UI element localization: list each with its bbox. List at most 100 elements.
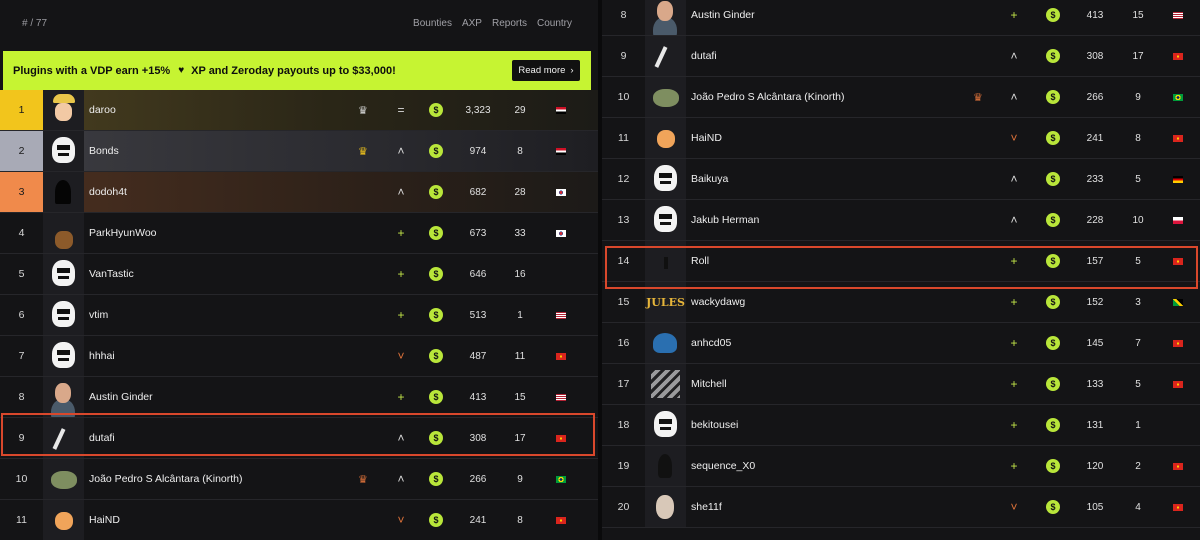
country-flag-vietnam [1173, 462, 1183, 470]
table-row[interactable]: 10 João Pedro S Alcântara (Kinorth) ♛ ˄ $266… [602, 77, 1200, 118]
username-link[interactable]: ParkHyunWoo [89, 227, 157, 239]
username-link[interactable]: sequence_X0 [691, 460, 755, 472]
username-link[interactable]: João Pedro S Alcântara (Kinorth) [691, 91, 845, 103]
username-link[interactable]: HaiND [691, 132, 722, 144]
table-row[interactable]: 6 vtim + $513 1 [0, 295, 598, 336]
avatar[interactable] [645, 405, 686, 445]
username-link[interactable]: wackydawg [691, 296, 745, 308]
username-link[interactable]: dutafi [89, 432, 115, 444]
table-row[interactable]: 15 JULES wackydawg + $152 3 [602, 282, 1200, 323]
country-flag-brazil [556, 475, 566, 483]
avatar[interactable] [43, 172, 84, 212]
avatar[interactable] [645, 118, 686, 158]
table-row[interactable]: 11 HaiND ˅ $241 8 [602, 118, 1200, 159]
chevron-up-icon: ˄ [1010, 213, 1018, 227]
avatar[interactable] [43, 418, 84, 458]
username-link[interactable]: Jakub Herman [691, 214, 759, 226]
table-row[interactable]: 5 VanTastic + $646 16 [0, 254, 598, 295]
table-row[interactable]: 10 João Pedro S Alcântara (Kinorth) ♛ ˄ $266… [0, 459, 598, 500]
dollar-coin-icon: $ [429, 226, 443, 240]
axp-value: 266 [469, 473, 487, 485]
table-row[interactable]: 9 dutafi ˄ $308 17 [602, 36, 1200, 77]
table-row[interactable]: 17 Mitchell + $133 5 [602, 364, 1200, 405]
avatar[interactable] [645, 323, 686, 363]
column-country[interactable]: Country [537, 18, 572, 29]
country-flag-vietnam [1173, 257, 1183, 265]
username-link[interactable]: Mitchell [691, 378, 727, 390]
avatar[interactable] [645, 77, 686, 117]
dollar-coin-icon: $ [1046, 131, 1060, 145]
table-row[interactable]: 4 ParkHyunWoo + $673 33 [0, 213, 598, 254]
table-row[interactable]: 1 daroo ♛ = $3,323 29 [0, 90, 598, 131]
table-row[interactable]: 14 Roll + $157 5 [602, 241, 1200, 282]
avatar[interactable] [645, 364, 686, 404]
table-row[interactable]: 19 sequence_X0 + $120 2 [602, 446, 1200, 487]
avatar[interactable] [645, 446, 686, 486]
avatar[interactable] [43, 90, 84, 130]
rank-number: 3 [0, 172, 43, 212]
username-link[interactable]: Bonds [89, 145, 119, 157]
username-link[interactable]: VanTastic [89, 268, 134, 280]
read-more-button[interactable]: Read more › [512, 60, 580, 81]
username-link[interactable]: Austin Ginder [691, 9, 755, 21]
column-reports[interactable]: Reports [492, 18, 527, 29]
username-link[interactable]: bekitousei [691, 419, 738, 431]
avatar[interactable] [645, 487, 686, 527]
table-row[interactable]: 12 Baikuya ˄ $233 5 [602, 159, 1200, 200]
avatar[interactable]: JULES [645, 282, 686, 322]
avatar[interactable] [645, 200, 686, 240]
avatar[interactable] [43, 336, 84, 376]
rank-number: 8 [620, 9, 627, 21]
avatar[interactable] [43, 254, 84, 294]
table-row[interactable]: 20 she11f ˅ $105 4 [602, 487, 1200, 528]
rank-number: 10 [15, 473, 28, 485]
username-link[interactable]: Austin Ginder [89, 391, 153, 403]
username-link[interactable]: dutafi [691, 50, 717, 62]
avatar[interactable] [43, 213, 84, 253]
avatar[interactable] [645, 36, 686, 76]
avatar[interactable] [645, 241, 686, 281]
username-link[interactable]: daroo [89, 104, 116, 116]
column-axp[interactable]: AXP [462, 18, 482, 29]
read-more-label: Read more [518, 65, 566, 76]
axp-value: 974 [469, 145, 487, 157]
username-link[interactable]: Baikuya [691, 173, 728, 185]
axp-value: 133 [1086, 378, 1104, 390]
table-row[interactable]: 8 Austin Ginder + $413 15 [0, 377, 598, 418]
username-link[interactable]: João Pedro S Alcântara (Kinorth) [89, 473, 243, 485]
table-row[interactable]: 2 Bonds ♛ ˄ $974 8 [0, 131, 598, 172]
username-link[interactable]: anhcd05 [691, 337, 731, 349]
axp-value: 308 [469, 432, 487, 444]
username-link[interactable]: dodoh4t [89, 186, 127, 198]
rank-number: 15 [617, 296, 630, 308]
avatar[interactable] [645, 159, 686, 199]
column-bounties[interactable]: Bounties [413, 18, 452, 29]
table-row[interactable]: 18 bekitousei + $131 1 [602, 405, 1200, 446]
username-link[interactable]: HaiND [89, 514, 120, 526]
table-row[interactable]: 13 Jakub Herman ˄ $228 10 [602, 200, 1200, 241]
username-link[interactable]: hhhai [89, 350, 115, 362]
avatar[interactable] [43, 377, 84, 417]
username-link[interactable]: Roll [691, 255, 709, 267]
table-row[interactable]: 11 HaiND ˅ $241 8 [0, 500, 598, 540]
table-row[interactable]: 3 dodoh4t ˄ $682 28 [0, 172, 598, 213]
username-link[interactable]: she11f [691, 501, 722, 513]
rank-number: 9 [18, 432, 25, 444]
avatar[interactable] [645, 0, 686, 35]
avatar[interactable] [43, 131, 84, 171]
axp-value: 233 [1086, 173, 1104, 185]
table-row[interactable]: 16 anhcd05 + $145 7 [602, 323, 1200, 364]
username-link[interactable]: vtim [89, 309, 108, 321]
leaderboard-rows-right: 8 Austin Ginder + $413 15 9 dutafi ˄ $308 17 10 Joã… [602, 0, 1200, 528]
avatar[interactable] [43, 295, 84, 335]
avatar[interactable] [43, 459, 84, 499]
table-row[interactable]: 7 hhhai ˅ $487 11 [0, 336, 598, 377]
chevron-up-icon: ˄ [397, 185, 405, 199]
avatar[interactable] [43, 500, 84, 540]
axp-value: 241 [1086, 132, 1104, 144]
reports-value: 8 [1135, 132, 1141, 144]
table-row[interactable]: 8 Austin Ginder + $413 15 [602, 0, 1200, 36]
table-row[interactable]: 9 dutafi ˄ $308 17 [0, 418, 598, 459]
chevron-up-icon: ˄ [1010, 90, 1018, 104]
chevron-right-icon: › [570, 65, 574, 76]
